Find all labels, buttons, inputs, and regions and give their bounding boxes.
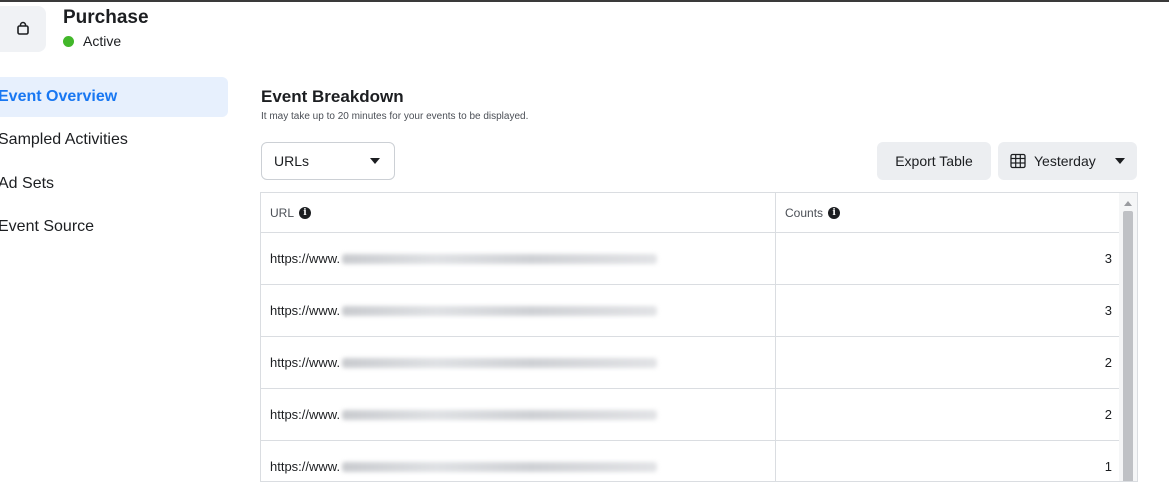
table-row[interactable]: https://www. 3 xyxy=(261,285,1119,337)
table-row[interactable]: https://www. 2 xyxy=(261,389,1119,441)
table-row[interactable]: https://www. 3 xyxy=(261,233,1119,285)
url-cell: https://www. xyxy=(270,389,658,440)
sidebar-item-sampled-activities[interactable]: Sampled Activities xyxy=(0,120,228,160)
sidebar-item-ad-sets[interactable]: Ad Sets xyxy=(0,164,228,204)
caret-down-icon xyxy=(370,158,380,164)
calendar-grid-icon xyxy=(1010,153,1026,169)
redacted-url xyxy=(342,461,658,472)
date-range-label: Yesterday xyxy=(1034,153,1096,169)
event-breakdown-table: URL i Counts i https://www. 3 https://ww… xyxy=(260,192,1138,482)
sidebar-item-event-source[interactable]: Event Source xyxy=(0,207,228,247)
redacted-url xyxy=(342,253,658,264)
sidebar-item-event-overview[interactable]: Event Overview xyxy=(0,77,228,117)
count-cell: 3 xyxy=(1104,303,1112,318)
window-top-border xyxy=(0,0,1169,2)
url-cell: https://www. xyxy=(270,233,658,284)
breakdown-dropdown-value: URLs xyxy=(274,153,310,169)
url-text: https://www. xyxy=(270,407,341,422)
column-divider xyxy=(775,193,776,481)
table-header: URL i Counts i xyxy=(261,193,1119,233)
export-table-button[interactable]: Export Table xyxy=(877,142,991,180)
redacted-url xyxy=(342,409,658,420)
date-range-button[interactable]: Yesterday xyxy=(998,142,1137,180)
url-text: https://www. xyxy=(270,459,341,474)
event-title: Purchase xyxy=(63,7,149,28)
sidebar-item-label: Sampled Activities xyxy=(0,131,128,148)
column-header-counts[interactable]: Counts i xyxy=(785,193,841,232)
url-text: https://www. xyxy=(270,251,341,266)
sidebar-item-label: Event Source xyxy=(0,218,95,235)
info-icon[interactable]: i xyxy=(828,206,841,219)
table-scrollbar[interactable] xyxy=(1119,193,1137,481)
redacted-url xyxy=(342,357,658,368)
column-header-counts-label: Counts xyxy=(785,205,824,220)
caret-down-icon xyxy=(1115,158,1125,164)
table-row[interactable]: https://www. 2 xyxy=(261,337,1119,389)
count-cell: 2 xyxy=(1104,407,1112,422)
url-text: https://www. xyxy=(270,355,341,370)
column-header-url[interactable]: URL i xyxy=(270,193,312,232)
breakdown-dropdown[interactable]: URLs xyxy=(261,142,395,180)
url-text: https://www. xyxy=(270,303,341,318)
url-cell: https://www. xyxy=(270,441,658,481)
sidebar-item-label: Ad Sets xyxy=(0,175,55,192)
url-cell: https://www. xyxy=(270,337,658,388)
table-row[interactable]: https://www. 1 xyxy=(261,441,1119,481)
info-icon[interactable]: i xyxy=(299,206,312,219)
section-subtitle: It may take up to 20 minutes for your ev… xyxy=(261,111,529,122)
status-indicator: Active xyxy=(63,33,121,49)
scroll-up-arrow-icon[interactable] xyxy=(1124,201,1132,206)
shopping-bag-icon xyxy=(0,6,46,52)
scrollbar-thumb[interactable] xyxy=(1123,211,1133,481)
count-cell: 1 xyxy=(1104,459,1112,474)
status-label: Active xyxy=(83,33,122,49)
export-table-label: Export Table xyxy=(895,153,973,169)
status-dot-icon xyxy=(63,35,74,47)
section-title: Event Breakdown xyxy=(261,87,404,106)
count-cell: 2 xyxy=(1104,355,1112,370)
count-cell: 3 xyxy=(1104,251,1112,266)
column-header-url-label: URL xyxy=(270,205,295,220)
redacted-url xyxy=(342,305,658,316)
url-cell: https://www. xyxy=(270,285,658,336)
sidebar-item-label: Event Overview xyxy=(0,88,118,105)
